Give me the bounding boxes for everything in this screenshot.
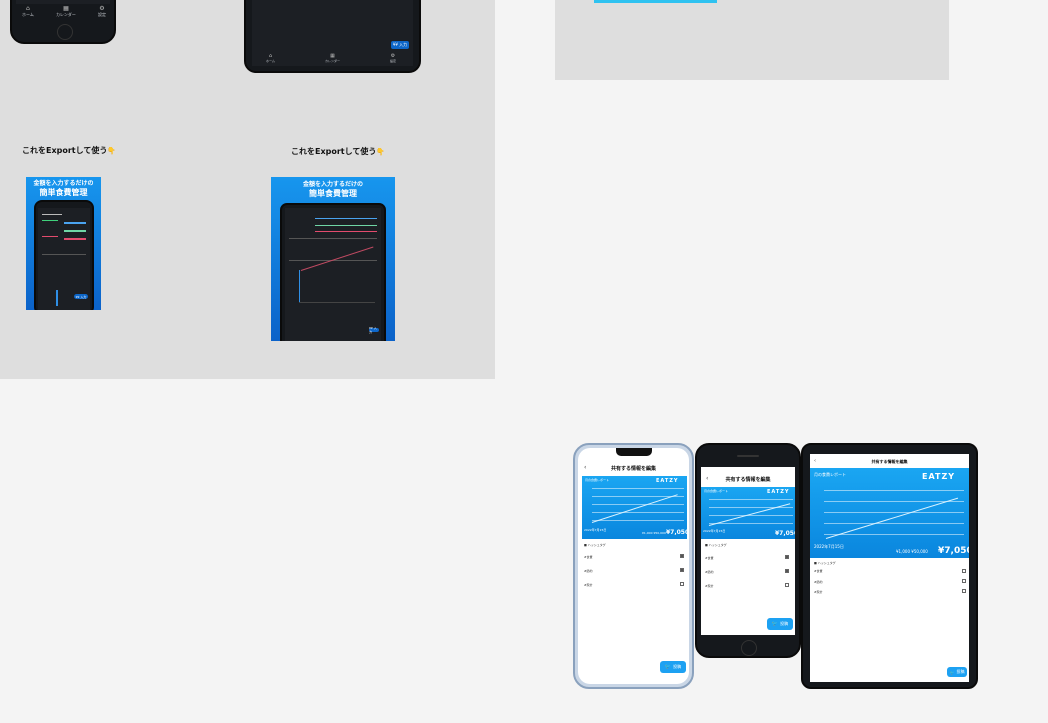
- export-label-left: これをExportして使う👇: [22, 146, 117, 155]
- promo-card-phone: 金額を入力するだけの 簡単食費管理 ¥¥ 入力: [26, 177, 101, 310]
- tab-settings[interactable]: ⚙ 設定: [390, 54, 396, 64]
- input-button[interactable]: ¥¥ 入力: [369, 326, 379, 334]
- hashtag-section: ■ ハッシュタグ: [584, 543, 606, 547]
- promo-line2: 簡単食費管理: [39, 188, 88, 197]
- back-chevron-icon[interactable]: ‹: [584, 464, 586, 471]
- tweet-button[interactable]: 🐦 投稿: [947, 667, 967, 677]
- share-tablet: 共有する情報を編集 ‹ 月の食費レポート EATZY 2022年7月15日 ¥1…: [801, 443, 978, 689]
- tab-home[interactable]: ⌂ ホーム: [22, 6, 34, 18]
- tweet-button[interactable]: 🐦 投稿: [767, 618, 793, 630]
- frame-panel-right: [555, 0, 949, 80]
- brand-logo: EATZY: [922, 472, 956, 481]
- brand-logo: EATZY: [656, 478, 679, 484]
- hashtag-checkbox[interactable]: [962, 579, 966, 583]
- back-chevron-icon[interactable]: ‹: [706, 475, 708, 482]
- home-button: [741, 640, 757, 656]
- input-button[interactable]: ¥¥ 入力: [391, 41, 409, 49]
- back-chevron-icon[interactable]: ‹: [814, 458, 816, 464]
- hashtag-checkbox[interactable]: [785, 555, 789, 559]
- tab-calendar[interactable]: ▦ カレンダー: [56, 6, 76, 18]
- promo-line1: 金額を入力するだけの: [33, 180, 94, 187]
- hashtag-checkbox[interactable]: [962, 569, 966, 573]
- promo-line2: 簡単食費管理: [309, 189, 357, 198]
- tweet-button[interactable]: 🐦 投稿: [660, 661, 686, 673]
- promo-phone-device: ¥¥ 入力: [34, 200, 94, 310]
- screen-title: 共有する情報を編集: [610, 466, 656, 472]
- hashtag-checkbox[interactable]: [680, 582, 684, 586]
- home-button: [57, 24, 73, 40]
- screen-title: 共有する情報を編集: [725, 477, 771, 483]
- twitter-icon: 🐦: [949, 669, 955, 675]
- notch: [616, 448, 652, 456]
- report-card: 月の食費レポート EATZY 2022年7月15日 ¥1,000 ¥50,000…: [582, 476, 689, 539]
- share-phone-large: 共有する情報を編集 ‹ 月の食費レポート EATZY 2022年7月15日 ¥1…: [573, 443, 694, 689]
- hashtag-section: ■ ハッシュタグ: [705, 543, 727, 547]
- tab-bar: ⌂ ホーム ▦ カレンダー ⚙ 設定: [22, 6, 106, 18]
- hashtag-checkbox[interactable]: [680, 554, 684, 558]
- hashtag-checkbox[interactable]: [785, 569, 789, 573]
- hashtag-checkbox[interactable]: [962, 589, 966, 593]
- progress-bar: [594, 0, 717, 3]
- brand-logo: EATZY: [767, 489, 790, 495]
- input-button[interactable]: ¥¥ 入力: [74, 294, 88, 299]
- hashtag-checkbox[interactable]: [680, 568, 684, 572]
- promo-line1: 金額を入力するだけの: [302, 181, 363, 188]
- tab-home[interactable]: ⌂ ホーム: [266, 54, 275, 64]
- promo-card-tablet: 金額を入力するだけの 簡単食費管理 ¥¥ 入力: [271, 177, 395, 341]
- report-card: 月の食費レポート EATZY 2022年7月15日 ¥7,050: [701, 487, 795, 539]
- tablet-tab-bar: ⌂ ホーム ▦ カレンダー ⚙ 設定: [266, 54, 396, 64]
- hashtag-section: ■ ハッシュタグ: [814, 561, 836, 565]
- report-card: 月の食費レポート EATZY 2022年7月15日 ¥1,000 ¥50,000…: [810, 468, 969, 558]
- phone-mockup-top-left: ⌂ ホーム ▦ カレンダー ⚙ 設定: [10, 0, 116, 44]
- share-phone-small: 共有する情報を編集 ‹ 月の食費レポート EATZY 2022年7月15日 ¥7…: [695, 443, 801, 658]
- promo-tablet-device: ¥¥ 入力: [280, 203, 386, 341]
- export-label-right: これをExportして使う👇: [291, 147, 386, 156]
- twitter-icon: 🐦: [771, 621, 779, 627]
- tab-calendar[interactable]: ▦ カレンダー: [325, 54, 340, 64]
- hashtag-checkbox[interactable]: [785, 583, 789, 587]
- tab-settings[interactable]: ⚙ 設定: [98, 6, 106, 18]
- screen-title: 共有する情報を編集: [871, 459, 908, 464]
- tablet-mockup-top-mid: ¥¥ 入力 ⌂ ホーム ▦ カレンダー ⚙ 設定: [244, 0, 421, 73]
- twitter-icon: 🐦: [664, 664, 672, 670]
